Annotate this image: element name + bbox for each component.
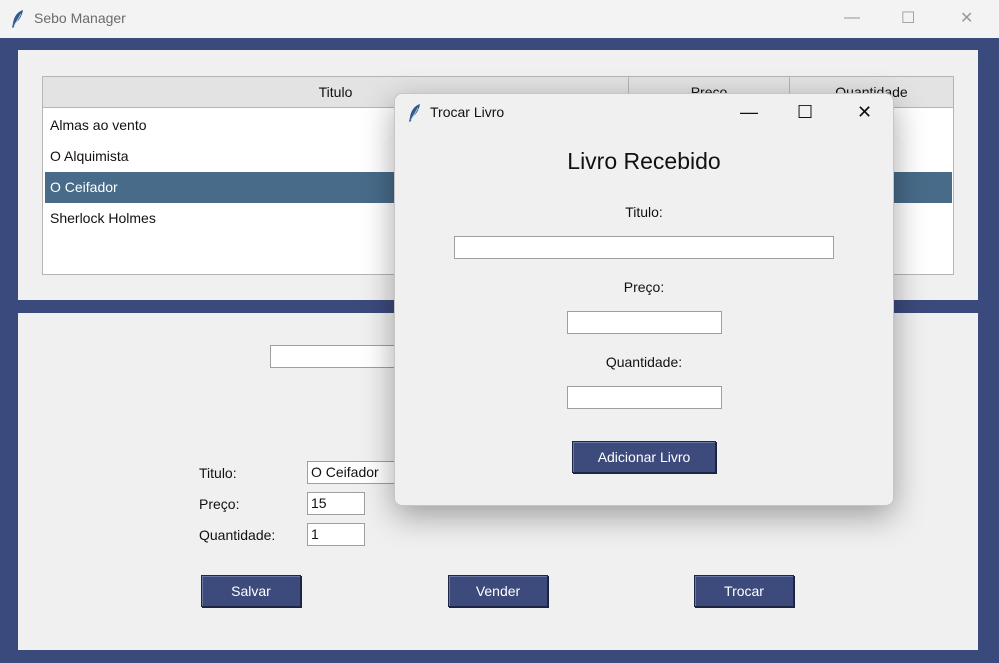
dialog-title-bar: Trocar Livro — ☐ ✕ xyxy=(395,94,893,132)
dialog-quantidade-label: Quantidade: xyxy=(605,354,683,370)
trocar-button[interactable]: Trocar xyxy=(694,575,794,607)
quantidade-field[interactable]: 1 xyxy=(307,523,365,546)
dialog-close-button[interactable]: ✕ xyxy=(857,102,872,123)
dialog-title: Trocar Livro xyxy=(430,104,505,120)
trocar-livro-dialog: Trocar Livro — ☐ ✕ Livro Recebido Titulo… xyxy=(394,93,894,506)
dialog-heading: Livro Recebido xyxy=(567,148,721,174)
feather-icon xyxy=(12,10,23,28)
close-button[interactable]: ✕ xyxy=(960,8,973,28)
adicionar-livro-button[interactable]: Adicionar Livro xyxy=(572,441,716,473)
minimize-button[interactable]: — xyxy=(844,9,860,27)
feather-icon xyxy=(409,104,420,122)
dialog-preco-field[interactable] xyxy=(567,311,722,334)
titulo-field[interactable]: O Ceifador xyxy=(307,461,397,484)
main-title-bar: Sebo Manager — ☐ ✕ xyxy=(0,0,999,38)
dialog-minimize-button[interactable]: — xyxy=(740,102,758,123)
titulo-label: Titulo: xyxy=(199,465,237,481)
quantidade-label: Quantidade: xyxy=(199,527,276,543)
dialog-titulo-label: Titulo: xyxy=(625,204,663,220)
search-input[interactable] xyxy=(270,345,400,368)
salvar-button[interactable]: Salvar xyxy=(201,575,301,607)
dialog-preco-label: Preço: xyxy=(623,279,665,295)
preco-label: Preço: xyxy=(199,496,240,512)
window-title: Sebo Manager xyxy=(34,10,126,26)
vender-button[interactable]: Vender xyxy=(448,575,548,607)
preco-field[interactable]: 15 xyxy=(307,492,365,515)
dialog-maximize-button[interactable]: ☐ xyxy=(797,102,813,123)
dialog-titulo-field[interactable] xyxy=(454,236,834,259)
maximize-button[interactable]: ☐ xyxy=(901,8,915,28)
dialog-quantidade-field[interactable] xyxy=(567,386,722,409)
